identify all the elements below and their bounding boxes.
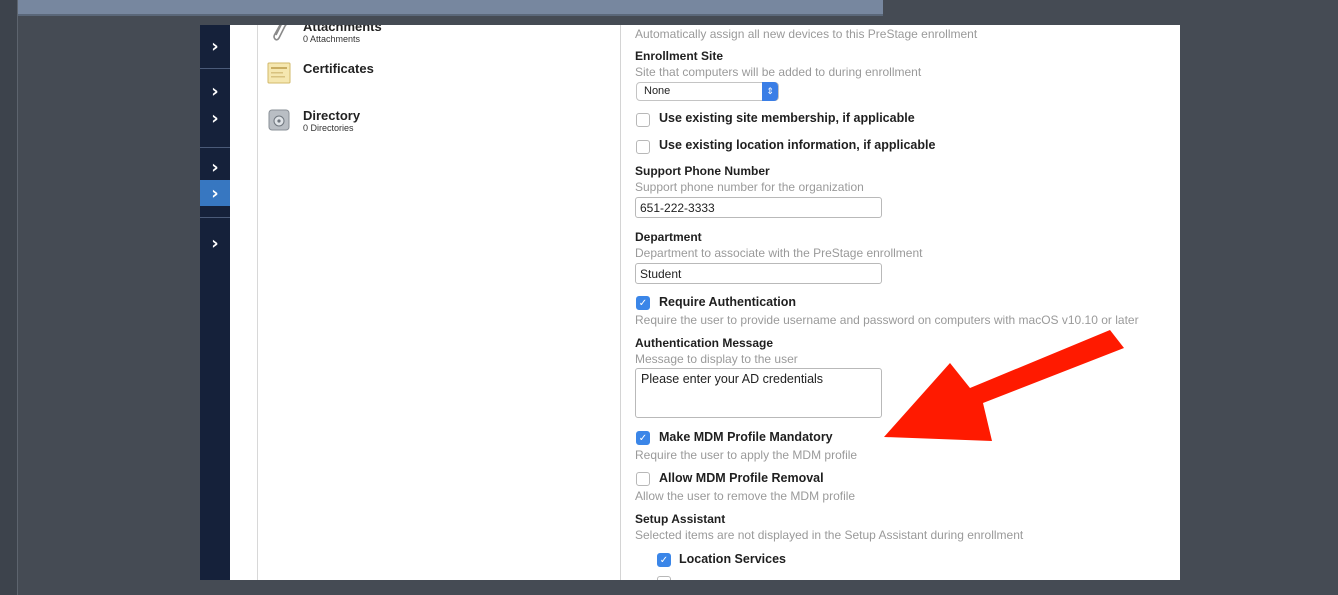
annotation-arrow xyxy=(884,330,1124,441)
top-strip xyxy=(18,0,883,14)
top-strip-shadow xyxy=(18,14,883,16)
outer-frame xyxy=(0,0,18,595)
app-window: › › › › › › Attachments 0 Attachments Ce… xyxy=(200,25,1180,580)
